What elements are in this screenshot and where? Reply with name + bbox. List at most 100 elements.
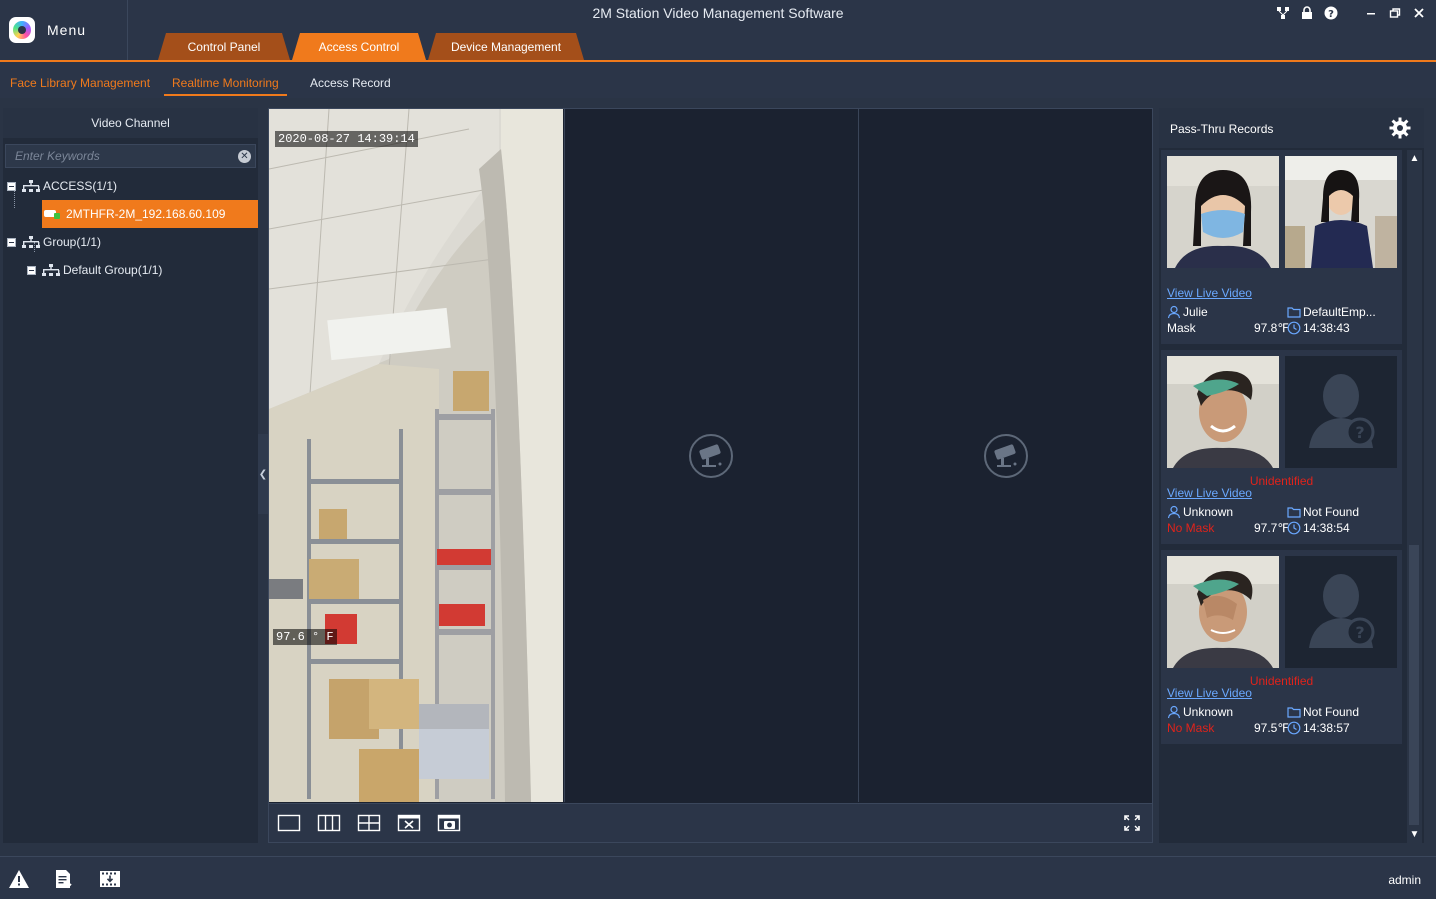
person-group: Not Found [1287,705,1399,719]
status-bar: admin [0,856,1436,899]
records-list: View Live Video Julie DefaultEmp... Mask… [1159,150,1406,843]
clock-icon [1287,721,1301,735]
mask-status: No Mask [1167,521,1215,535]
pass-time: 14:38:57 [1287,721,1350,735]
single-view-icon[interactable] [277,813,301,833]
close-all-video-icon[interactable] [397,813,421,833]
hierarchy-icon [42,264,60,276]
folder-icon [1287,507,1301,518]
title-bar: Menu 2M Station Video Management Softwar… [0,0,1436,62]
view-live-video-link[interactable]: View Live Video [1167,286,1252,300]
video-channel-panel: Video Channel ✕ ACCESS(1/1) 2MTHFR-2M_19… [3,108,258,843]
app-logo-icon [9,17,35,43]
video-download-icon[interactable] [99,869,121,889]
record-card: ? Unidentified View Live Video Unknown N… [1161,550,1402,744]
person-name: Unknown [1167,505,1233,519]
lock-icon[interactable] [1298,4,1316,22]
pass-time: 14:38:43 [1287,321,1350,335]
video-pane-3[interactable] [858,109,1152,802]
scroll-down-icon[interactable]: ▼ [1409,829,1420,840]
view-live-video-link[interactable]: View Live Video [1167,486,1252,500]
capture-photo[interactable] [1167,356,1279,468]
hierarchy-icon [22,180,40,192]
collapse-icon[interactable] [7,181,16,191]
tree-node-label: Group(1/1) [43,235,102,249]
clear-search-icon[interactable]: ✕ [238,150,251,163]
tree-node-camera[interactable]: 2MTHFR-2M_192.168.60.109 [42,200,258,228]
app-window: Menu 2M Station Video Management Softwar… [0,0,1436,899]
gear-icon[interactable] [1388,116,1412,140]
tree-node-access[interactable]: ACCESS(1/1) [7,172,117,200]
records-scrollbar[interactable]: ▲ ▼ [1407,150,1422,843]
tree-node-group[interactable]: Group(1/1) [7,228,101,256]
current-user[interactable]: admin [1388,873,1421,887]
tab-control-panel[interactable]: Control Panel [158,33,290,60]
person-group-text: DefaultEmp... [1303,305,1376,319]
tab-access-control[interactable]: Access Control [292,33,426,60]
pass-time-text: 14:38:57 [1303,721,1350,735]
tab-device-management[interactable]: Device Management [428,33,584,60]
svg-text:?: ? [1355,623,1364,642]
record-card: View Live Video Julie DefaultEmp... Mask… [1161,150,1402,344]
body-temperature: 97.7℉ [1254,521,1289,535]
unknown-person-photo[interactable]: ? [1285,356,1397,468]
temperature-overlay: 97.6 ° F [273,629,337,645]
three-column-view-icon[interactable] [317,813,341,833]
record-card: ? Unidentified View Live Video Unknown N… [1161,350,1402,544]
person-name: Unknown [1167,705,1233,719]
pass-time-text: 14:38:43 [1303,321,1350,335]
svg-text:?: ? [1355,423,1364,442]
fullscreen-icon[interactable] [1120,813,1144,833]
unknown-person-photo[interactable]: ? [1285,556,1397,668]
video-pane-2[interactable] [564,109,857,802]
user-icon [1167,305,1181,319]
person-name-text: Unknown [1183,505,1234,519]
user-icon [1167,505,1181,519]
person-group-text: Not Found [1303,705,1360,719]
minimize-icon[interactable] [1362,4,1380,22]
person-name-text: Julie [1183,305,1208,319]
alarm-warning-icon[interactable] [8,869,30,889]
video-pane-1[interactable]: 2020-08-27 14:39:14 97.6 ° F [269,109,563,802]
scrollbar-thumb[interactable] [1409,545,1419,825]
tree-node-label: Default Group(1/1) [63,263,163,277]
subtab-access-record[interactable]: Access Record [310,70,391,96]
log-document-icon[interactable] [54,869,76,889]
capture-photo[interactable] [1167,556,1279,668]
chevron-left-icon: ❮ [258,468,268,480]
video-timestamp: 2020-08-27 14:39:14 [275,131,418,147]
pass-thru-records-panel: Pass-Thru Records View Live Video Julie [1159,108,1424,843]
snapshot-icon[interactable] [437,813,461,833]
collapse-icon[interactable] [27,265,36,275]
scroll-up-icon[interactable]: ▲ [1409,153,1420,164]
search-box: ✕ [5,144,256,168]
network-icon[interactable] [1274,4,1292,22]
search-input[interactable] [6,145,255,167]
menu-label: Menu [47,22,87,38]
menu-button[interactable]: Menu [0,0,128,60]
subtab-realtime-monitoring[interactable]: Realtime Monitoring [164,70,287,96]
tree-node-default-group[interactable]: Default Group(1/1) [27,256,162,284]
view-live-video-link[interactable]: View Live Video [1167,686,1252,700]
app-title: 2M Station Video Management Software [592,5,844,21]
main-tabs: Control Panel Access Control Device Mana… [158,33,586,60]
folder-icon [1287,707,1301,718]
collapse-panel-button[interactable]: ❮ [258,434,268,514]
panel-title: Pass-Thru Records [1170,122,1274,136]
help-icon[interactable]: ? [1322,4,1340,22]
library-photo[interactable] [1285,156,1397,268]
mask-status: No Mask [1167,721,1215,735]
restore-icon[interactable] [1386,4,1404,22]
subtab-face-library[interactable]: Face Library Management [10,70,150,96]
window-controls: ? [1274,4,1428,22]
close-icon[interactable] [1410,4,1428,22]
capture-photo[interactable] [1167,156,1279,268]
video-toolbar [269,803,1152,842]
pass-time: 14:38:54 [1287,521,1350,535]
person-name: Julie [1167,305,1208,319]
live-camera-feed [269,109,563,802]
video-wall: 2020-08-27 14:39:14 97.6 ° F [268,108,1153,843]
quad-view-icon[interactable] [357,813,381,833]
no-video-camera-icon [983,433,1028,478]
collapse-icon[interactable] [7,237,16,247]
